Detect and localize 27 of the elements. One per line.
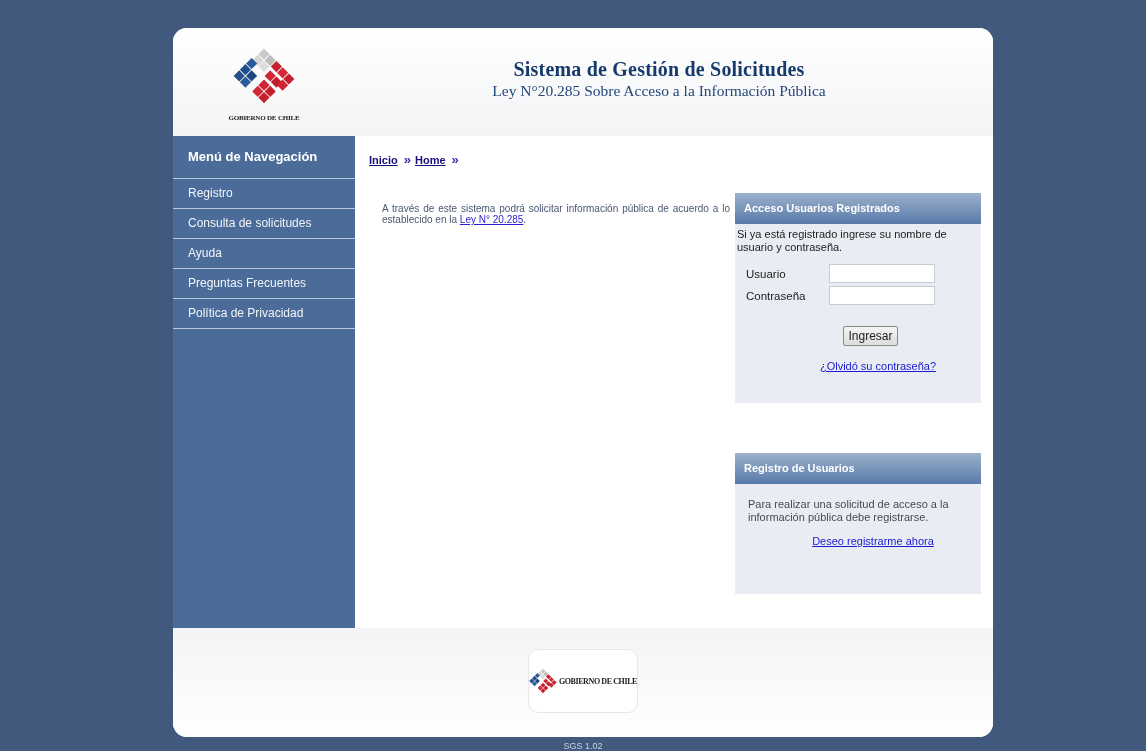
- forgot-password-link[interactable]: ¿Olvidó su contraseña?: [819, 360, 937, 372]
- site-title: Sistema de Gestión de Solicitudes: [513, 58, 805, 81]
- breadcrumb-link[interactable]: Home: [414, 154, 446, 166]
- breadcrumb-link[interactable]: Inicio: [369, 154, 398, 166]
- logo-text: GOBIERNO DE CHILE: [558, 676, 637, 686]
- breadcrumb-separator: »: [403, 152, 411, 167]
- sidebar-item[interactable]: Preguntas Frecuentes: [173, 269, 355, 299]
- panel-title: Acceso Usuarios Registrados: [735, 193, 981, 224]
- site-subtitle: Ley N°20.285 Sobre Acceso a la Información Pública: [492, 82, 826, 100]
- panel-title: Registro de Usuarios: [735, 453, 981, 484]
- login-button[interactable]: Ingresar: [843, 326, 898, 346]
- field-label: Usuario: [746, 267, 787, 280]
- field-label: Contraseña: [746, 289, 807, 302]
- sidebar-item[interactable]: Registro: [173, 179, 355, 209]
- version-text: SGS 1.02: [562, 741, 604, 751]
- sidebar-item[interactable]: Ayuda: [173, 239, 355, 269]
- sidebar-item[interactable]: Política de Privacidad: [173, 299, 355, 329]
- register-description: Para realizar una solicitud de acceso a la información pública debe registrarse.: [747, 497, 950, 524]
- input-field[interactable]: [829, 286, 935, 305]
- register-link[interactable]: Deseo registrarme ahora: [812, 535, 934, 547]
- sidebar-title: Menú de Navegación: [173, 136, 355, 179]
- login-description: Si ya está registrado ingrese su nombre de usuario y contraseña.: [736, 227, 948, 254]
- breadcrumb-separator: »: [451, 152, 459, 167]
- input-field[interactable]: [829, 264, 935, 283]
- sidebar-item[interactable]: Consulta de solicitudes: [173, 209, 355, 239]
- intro-text: A través de este sistema podrá solicitar información pública de acuerdo a lo establecido en la Ley N° 20.285.: [382, 203, 730, 225]
- diamond-logo-icon: [233, 48, 295, 104]
